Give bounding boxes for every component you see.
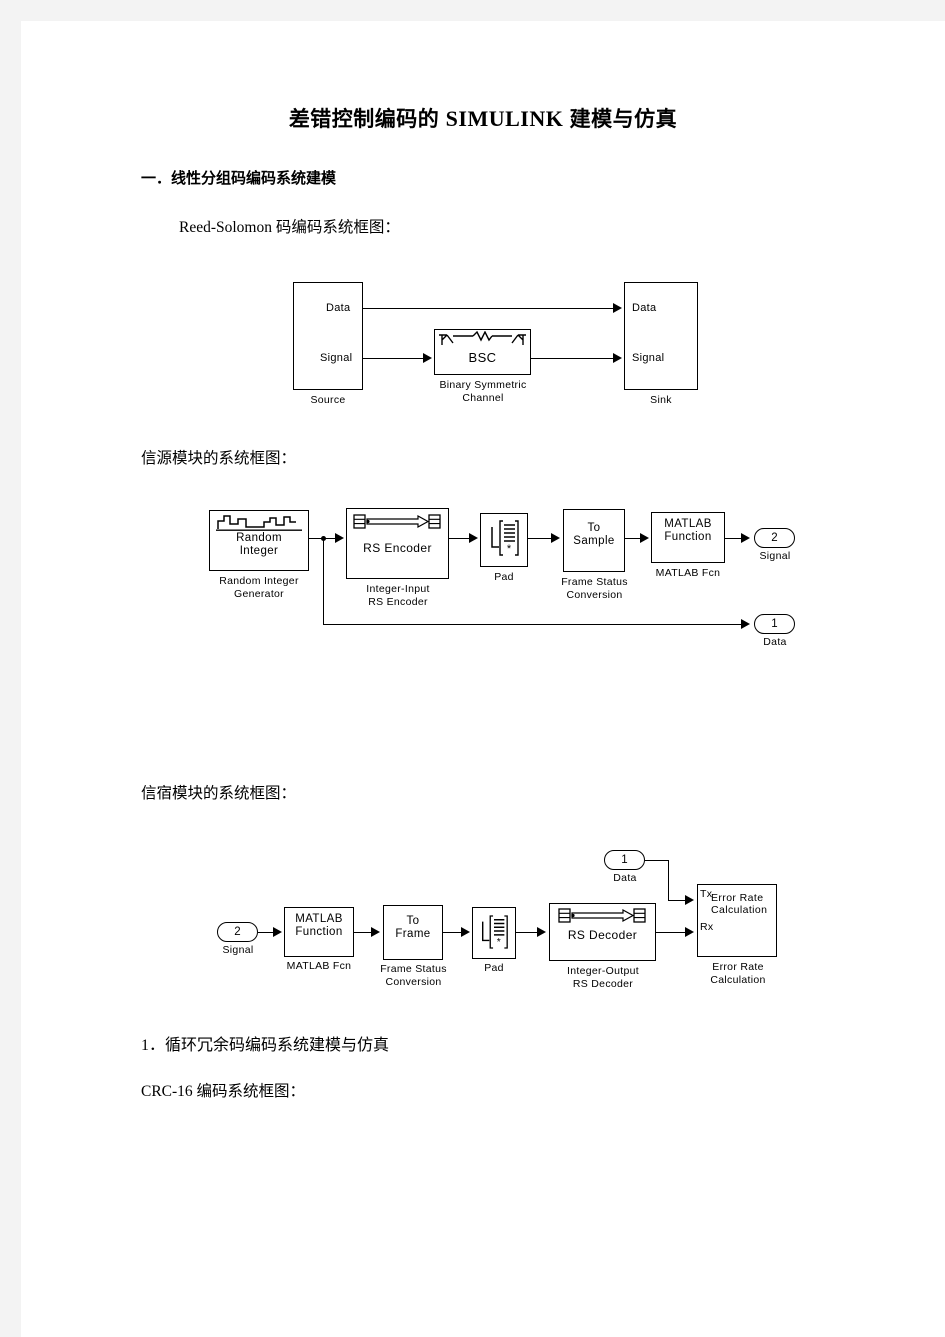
wire-data-down-to-tx — [668, 860, 669, 900]
caption-matlab-function: MATLAB Fcn — [655, 567, 721, 579]
caption-error-rate: Error Rate Calculation — [710, 961, 766, 987]
caption-to-frame: Frame Status Conversion — [380, 963, 447, 989]
arrow-pad-in — [469, 532, 478, 543]
port-label-sink-signal: Signal — [632, 352, 665, 364]
caption-rs-framework: Reed-Solomon 码编码系统框图： — [179, 219, 400, 236]
section-heading-2: 1．循环冗余码编码系统建模与仿真 — [141, 1037, 390, 1054]
wire-source-signal-to-bsc — [363, 358, 425, 359]
page-title-cn-suffix: 建模与仿真 — [563, 108, 678, 131]
inport-signal: 2 — [217, 922, 258, 942]
caption-pad: Pad — [484, 962, 504, 974]
wire-rs-decoder-to-rx — [656, 932, 686, 933]
block-label-to-sample: To Sample — [573, 522, 615, 547]
wire-data-to-tx — [668, 900, 686, 901]
wire-pad-to-rs-decoder — [516, 932, 538, 933]
arrow-to-sample-in — [551, 532, 560, 543]
caption-sink: Sink — [650, 394, 672, 406]
pad-icon: * — [482, 915, 508, 949]
arrow-bsc-in — [423, 352, 432, 363]
page-title-cn-prefix: 差错控制编码的 — [288, 108, 446, 131]
block-label-rs-decoder: RS Decoder — [567, 928, 638, 942]
arrow-tx-in — [685, 894, 694, 905]
caption-outport-signal: Signal — [759, 550, 791, 562]
caption-source: Source — [310, 394, 346, 406]
block-label-bsc: BSC — [468, 350, 497, 365]
caption-matlab-function: MATLAB Fcn — [286, 960, 352, 972]
wire-branch-to-data-outport — [323, 624, 741, 625]
outport-data: 1 — [754, 614, 795, 634]
block-source — [293, 282, 363, 390]
caption-to-sample: Frame Status Conversion — [561, 576, 628, 602]
block-label-random-integer: Random Integer — [236, 532, 282, 557]
inport-data: 1 — [604, 850, 645, 870]
wire-to-frame-to-pad — [443, 932, 462, 933]
wire-pad-to-to-sample — [528, 538, 553, 539]
pad-icon: * — [491, 520, 519, 556]
caption-crc-framework: CRC-16 编码系统框图： — [141, 1083, 306, 1100]
wire-data-inport-out — [645, 860, 669, 861]
figure-source-module-diagram: Random Integer Random Integer Generator … — [21, 504, 945, 659]
arrow-rs-decoder-in — [537, 926, 546, 937]
port-label-sink-data: Data — [632, 302, 657, 314]
svg-text:*: * — [497, 937, 501, 948]
arrow-pad-in — [461, 926, 470, 937]
arrow-sink-signal — [613, 352, 622, 363]
arrow-sink-data — [613, 302, 622, 313]
block-sink — [624, 282, 698, 390]
arrow-signal-outport — [741, 532, 750, 543]
caption-inport-signal: Signal — [222, 944, 254, 956]
arrow-rx-in — [685, 926, 694, 937]
caption-sink-module: 信宿模块的系统框图： — [141, 785, 297, 802]
arrow-matlab-in — [640, 532, 649, 543]
page-title-latin: SIMULINK — [445, 106, 564, 131]
arrow-rs-encoder-in — [335, 532, 344, 543]
caption-rs-decoder: Integer-Output RS Decoder — [567, 965, 639, 991]
wire-source-data-to-sink — [363, 308, 615, 309]
svg-text:*: * — [507, 543, 512, 555]
block-label-rs-encoder: RS Encoder — [363, 541, 432, 555]
block-label-matlab-function: MATLAB Function — [664, 518, 712, 543]
rs-decoder-icon — [558, 908, 646, 923]
caption-outport-data: Data — [763, 636, 787, 648]
caption-source-module: 信源模块的系统框图： — [141, 450, 297, 467]
caption-pad: Pad — [494, 571, 514, 583]
port-label-source-data: Data — [326, 302, 351, 314]
arrow-data-outport — [741, 618, 750, 629]
port-label-rx: Rx — [700, 921, 714, 933]
arrow-matlab-in — [273, 926, 282, 937]
section-heading-1: 一．线性分组码编码系统建模 — [141, 170, 337, 187]
port-label-source-signal: Signal — [320, 352, 353, 364]
rs-encoder-icon — [353, 514, 441, 529]
wire-branch-down — [323, 538, 324, 624]
block-label-to-frame: To Frame — [395, 915, 431, 940]
arrow-to-frame-in — [371, 926, 380, 937]
wire-signal-to-matlab — [258, 932, 273, 933]
block-label-matlab-function: MATLAB Function — [295, 913, 343, 938]
caption-inport-data: Data — [613, 872, 637, 884]
block-label-error-rate: Error Rate Calculation — [711, 892, 768, 916]
wire-bsc-to-sink-signal — [531, 358, 615, 359]
caption-random-integer: Random Integer Generator — [219, 575, 299, 601]
caption-rs-encoder: Integer-Input RS Encoder — [366, 583, 430, 609]
caption-bsc: Binary Symmetric Channel — [439, 379, 527, 405]
document-page: 差错控制编码的 SIMULINK 建模与仿真 一．线性分组码编码系统建模 Ree… — [21, 21, 945, 1337]
figure-sink-module-diagram: 1 Data 2 Signal MATLAB Function MATLAB F… — [21, 841, 945, 1011]
figure-rs-system-diagram: Data Signal Source BSC Binary Symmetric … — [21, 271, 945, 431]
page-title: 差错控制编码的 SIMULINK 建模与仿真 — [21, 21, 945, 133]
random-integer-waveform-icon — [216, 515, 302, 531]
wire-matlab-to-to-frame — [354, 932, 372, 933]
outport-signal: 2 — [754, 528, 795, 548]
